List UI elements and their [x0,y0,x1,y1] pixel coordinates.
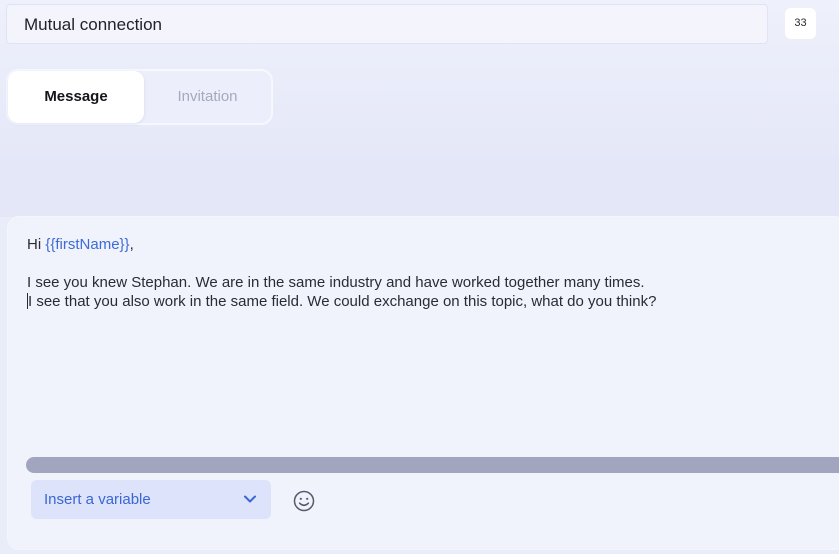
message-line-1: I see you knew Stephan. We are in the sa… [27,274,645,291]
message-type-tabs: Message Invitation [6,69,273,125]
name-field[interactable]: Mutual connection [6,4,768,44]
greeting-line: Hi {{firstName}}, [27,235,817,254]
chevron-down-icon [244,495,256,503]
insert-variable-label: Insert a variable [44,491,151,508]
tab-message[interactable]: Message [8,71,144,123]
horizontal-scrollbar[interactable] [26,457,839,473]
message-line-2: I see that you also work in the same fie… [27,292,817,311]
message-line-2-text: I see that you also work in the same fie… [28,293,657,310]
character-counter-badge: 33 [785,8,816,39]
separator-band [0,157,839,217]
first-name-variable: {{firstName}} [45,236,130,253]
greeting-suffix: , [129,236,134,253]
message-text-area[interactable]: Hi {{firstName}}, I see you knew Stephan… [27,235,817,311]
tab-invitation[interactable]: Invitation [144,71,271,123]
smiley-icon[interactable] [292,489,316,513]
insert-variable-dropdown[interactable]: Insert a variable [31,480,271,519]
greeting-prefix: Hi [27,236,46,253]
message-editor[interactable]: Hi {{firstName}}, I see you knew Stephan… [7,216,839,550]
